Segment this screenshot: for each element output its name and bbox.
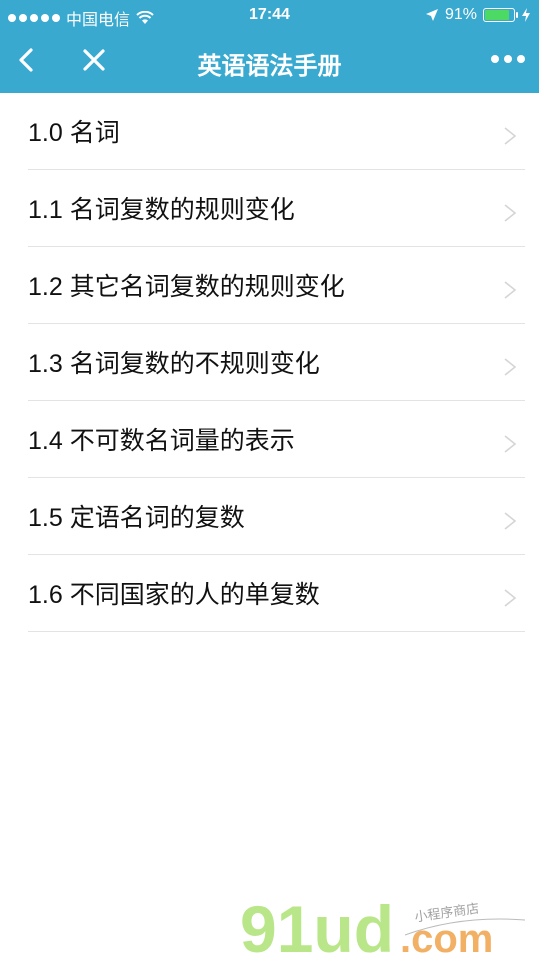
list-item-label: 1.1 名词复数的规则变化 <box>28 196 295 224</box>
top-bar: 中国电信 17:44 91% 英语语法手册 <box>0 0 539 93</box>
battery-percent: 91% <box>444 6 477 23</box>
list-item[interactable]: 1.4 不可数名词量的表示 <box>28 401 525 478</box>
list-item-label: 1.2 其它名词复数的规则变化 <box>28 273 345 301</box>
more-dots-icon[interactable] <box>491 55 525 63</box>
list-item[interactable]: 1.0 名词 <box>28 93 525 170</box>
status-right: 91% <box>425 6 531 24</box>
list-item[interactable]: 1.2 其它名词复数的规则变化 <box>28 247 525 324</box>
chevron-right-icon <box>504 281 517 299</box>
status-bar: 中国电信 17:44 91% <box>0 0 539 30</box>
list-item[interactable]: 1.1 名词复数的规则变化 <box>28 170 525 247</box>
chapter-list: 1.0 名词 1.1 名词复数的规则变化 1.2 其它名词复数的规则变化 1.3… <box>0 93 539 632</box>
list-item[interactable]: 1.3 名词复数的不规则变化 <box>28 324 525 401</box>
list-item[interactable]: 1.6 不同国家的人的单复数 <box>28 555 525 632</box>
chevron-right-icon <box>504 358 517 376</box>
charging-bolt-icon <box>522 8 530 22</box>
chevron-right-icon <box>504 127 517 145</box>
list-item-label: 1.3 名词复数的不规则变化 <box>28 350 320 378</box>
list-item-label: 1.4 不可数名词量的表示 <box>28 427 295 455</box>
chevron-right-icon <box>504 589 517 607</box>
battery-icon <box>483 8 518 22</box>
chevron-right-icon <box>504 435 517 453</box>
watermark-brand: 91ud <box>240 892 394 960</box>
chevron-right-icon <box>504 512 517 530</box>
navigation-bar: 英语语法手册 <box>0 30 539 93</box>
list-item-label: 1.5 定语名词的复数 <box>28 504 245 532</box>
list-item[interactable]: 1.5 定语名词的复数 <box>28 478 525 555</box>
watermark-logo: 91ud .com 小程序商店 <box>240 892 526 960</box>
page-title: 英语语法手册 <box>197 53 342 80</box>
chevron-right-icon <box>504 204 517 222</box>
list-item-label: 1.6 不同国家的人的单复数 <box>28 581 320 609</box>
location-arrow-icon <box>425 9 438 21</box>
list-item-label: 1.0 名词 <box>28 119 120 147</box>
